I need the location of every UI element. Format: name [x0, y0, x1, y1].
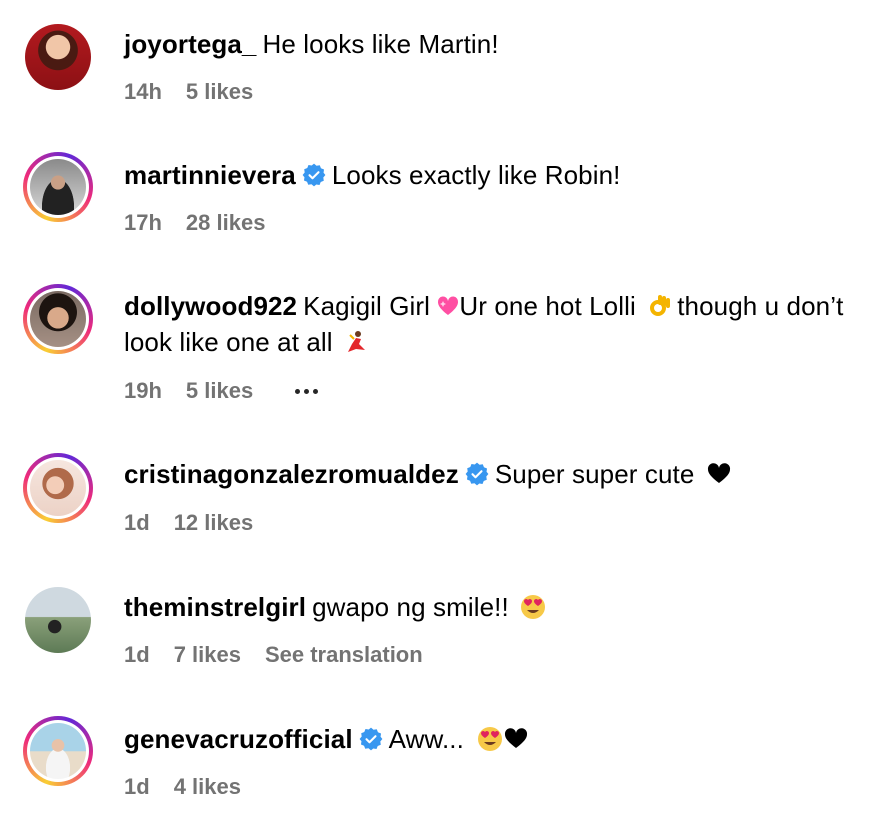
comment-username[interactable]: dollywood922 — [124, 291, 297, 321]
comment-timestamp[interactable]: 19h — [124, 378, 162, 404]
comment-text: gwapo ng smile!! — [312, 592, 509, 622]
comment-timestamp[interactable]: 14h — [124, 79, 162, 105]
sparkling-heart-emoji — [438, 296, 459, 315]
comment-username[interactable]: joyortega_ — [124, 29, 257, 59]
avatar-image — [25, 24, 91, 90]
comment-likes[interactable]: 28 likes — [186, 210, 266, 236]
comment-username[interactable]: theminstrelgirl — [124, 592, 306, 622]
comment-timestamp[interactable]: 1d — [124, 510, 150, 536]
heart-eyes-emoji — [521, 595, 546, 619]
avatar-image — [30, 291, 86, 347]
ok-hand-emoji — [650, 295, 671, 316]
comment-timestamp[interactable]: 1d — [124, 642, 150, 668]
comment-likes[interactable]: 5 likes — [186, 378, 253, 404]
comment-text: Aww... — [388, 724, 464, 754]
verified-badge-icon — [302, 163, 326, 187]
black-heart-emoji — [505, 728, 528, 748]
avatar[interactable] — [23, 152, 93, 222]
comment-text: Looks exactly like Robin! — [331, 160, 621, 190]
verified-badge-icon — [465, 462, 489, 486]
comment-text: He looks like Martin! — [262, 29, 499, 59]
comment-likes[interactable]: 7 likes — [174, 642, 241, 668]
comment-likes[interactable]: 4 likes — [174, 774, 241, 800]
see-translation-link[interactable]: See translation — [265, 642, 423, 668]
more-options-icon[interactable] — [295, 388, 319, 394]
comment-text: Kagigil Girl — [303, 291, 431, 321]
comment-timestamp[interactable]: 17h — [124, 210, 162, 236]
avatar[interactable] — [23, 585, 93, 655]
verified-badge-icon — [359, 727, 383, 751]
avatar[interactable] — [23, 22, 93, 92]
comment-text: Ur one hot Lolli — [459, 291, 636, 321]
avatar[interactable] — [23, 284, 93, 354]
comment-timestamp[interactable]: 1d — [124, 774, 150, 800]
comment-username[interactable]: cristinagonzalezromualdez — [124, 459, 459, 489]
avatar-image — [25, 587, 91, 653]
comment-text: Super super cute — [494, 459, 695, 489]
avatar-image — [30, 460, 86, 516]
avatar-image — [30, 723, 86, 779]
comment-username[interactable]: martinnievera — [124, 160, 296, 190]
dancer-emoji — [348, 331, 366, 352]
comment-likes[interactable]: 5 likes — [186, 79, 253, 105]
comment-username[interactable]: genevacruzofficial — [124, 724, 353, 754]
avatar[interactable] — [23, 716, 93, 786]
avatar-image — [30, 159, 86, 215]
avatar[interactable] — [23, 453, 93, 523]
comment-likes[interactable]: 12 likes — [174, 510, 254, 536]
heart-eyes-emoji — [478, 727, 503, 751]
black-heart-emoji — [707, 463, 730, 483]
